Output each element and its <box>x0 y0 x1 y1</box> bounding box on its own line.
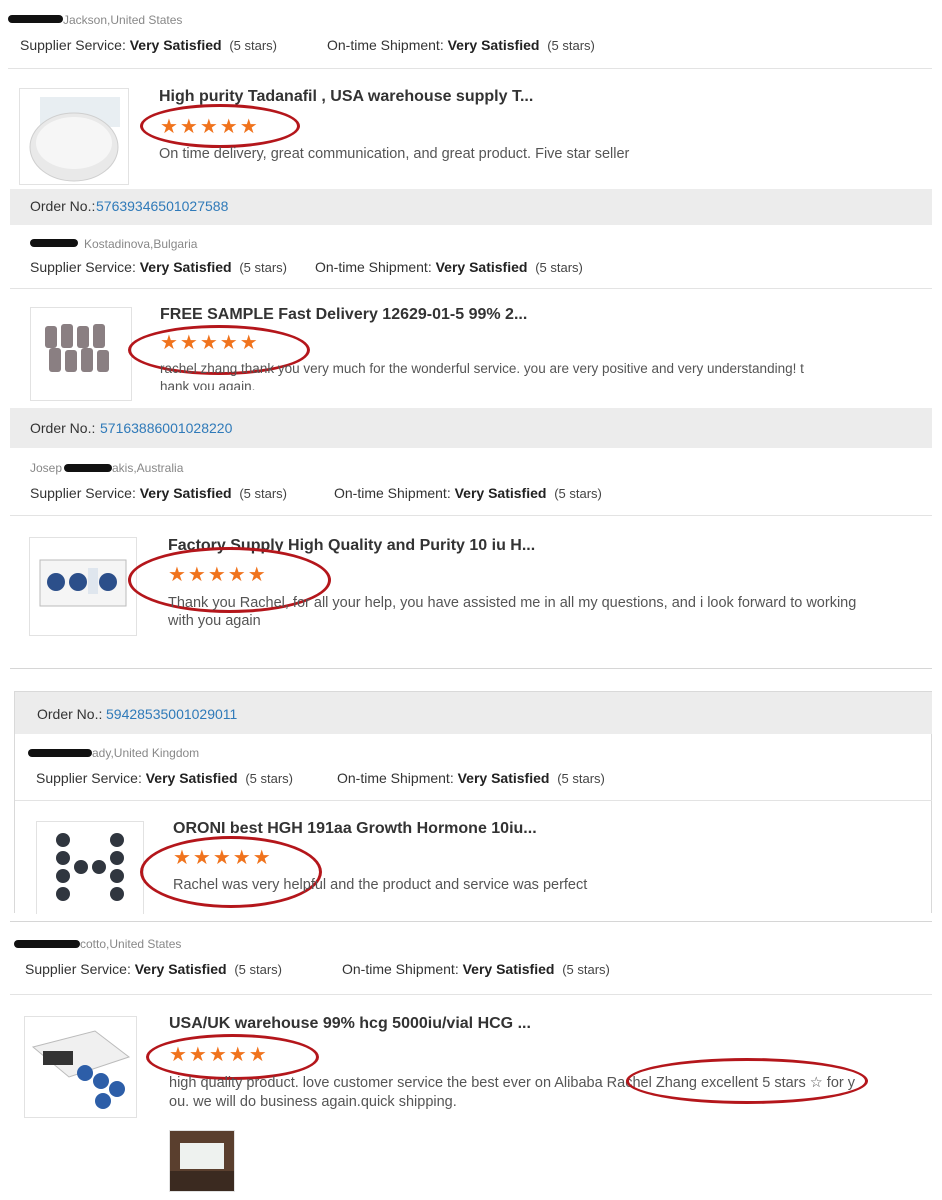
highlight-oval <box>140 836 322 908</box>
supplier-service-label: Supplier Service: <box>25 961 131 977</box>
supplier-service-label: Supplier Service: <box>30 259 136 275</box>
order-number-link[interactable]: 57163886001028220 <box>100 420 232 436</box>
supplier-service-rating: Supplier Service: Very Satisfied (5 star… <box>36 770 293 786</box>
review-comment: On time delivery, great communication, a… <box>159 146 630 162</box>
review-photo-thumbnail[interactable] <box>169 1130 235 1192</box>
supplier-service-value: Very Satisfied <box>134 961 227 977</box>
supplier-service-value: Very Satisfied <box>145 770 238 786</box>
order-bar: Order No.: 59428535001029011 <box>15 692 932 734</box>
redacted-name <box>28 749 92 757</box>
vial-box-image <box>39 559 127 607</box>
review-comment: rachel zhang thank you very much for the… <box>160 361 804 390</box>
order-bar: Order No.: 57639346501027588 <box>10 189 932 225</box>
supplier-service-stars: (5 stars) <box>239 260 287 275</box>
powder-jar-image <box>29 97 120 182</box>
supplier-service-rating: Supplier Service: Very Satisfied (5 star… <box>30 485 287 501</box>
ontime-shipment-stars: (5 stars) <box>557 771 605 786</box>
vial-box-image <box>31 1030 131 1109</box>
reviewer-location: Kostadinova,Bulgaria <box>84 237 198 251</box>
divider <box>10 288 932 289</box>
supplier-service-rating: Supplier Service: Very Satisfied (5 star… <box>30 259 287 275</box>
supplier-service-rating: Supplier Service: Very Satisfied (5 star… <box>20 37 277 53</box>
product-thumbnail[interactable] <box>30 307 132 401</box>
ontime-shipment-value: Very Satisfied <box>457 770 550 786</box>
divider <box>10 994 932 995</box>
review-photo-image <box>170 1131 234 1191</box>
review-comment: Thank you Rachel, for all your help, you… <box>168 595 857 629</box>
product-thumbnail[interactable] <box>19 88 129 185</box>
supplier-service-label: Supplier Service: <box>36 770 142 786</box>
ontime-shipment-value: Very Satisfied <box>462 961 555 977</box>
vials-image <box>45 324 109 372</box>
ontime-shipment-label: On-time Shipment: <box>327 37 444 53</box>
product-thumbnail[interactable] <box>36 821 144 914</box>
reviewer-location-suffix: akis,Australia <box>112 461 184 475</box>
order-number-label: Order No.: <box>37 706 103 722</box>
ontime-shipment-value: Very Satisfied <box>435 259 528 275</box>
ontime-shipment-label: On-time Shipment: <box>315 259 432 275</box>
highlight-oval <box>140 104 300 148</box>
vials-image <box>56 833 124 901</box>
redacted-name <box>14 940 80 948</box>
product-thumbnail[interactable] <box>29 537 137 636</box>
ontime-shipment-rating: On-time Shipment: Very Satisfied (5 star… <box>337 770 605 786</box>
ontime-shipment-stars: (5 stars) <box>562 962 610 977</box>
redacted-name <box>8 15 63 23</box>
supplier-service-stars: (5 stars) <box>239 486 287 501</box>
supplier-service-stars: (5 stars) <box>229 38 277 53</box>
divider <box>10 921 932 922</box>
ontime-shipment-rating: On-time Shipment: Very Satisfied (5 star… <box>342 961 610 977</box>
review-comment-line2: ou. we will do business again.quick ship… <box>169 1094 457 1110</box>
redacted-name <box>64 464 112 472</box>
ontime-shipment-value: Very Satisfied <box>447 37 540 53</box>
product-title-link[interactable]: USA/UK warehouse 99% hcg 5000iu/vial HCG… <box>169 1015 531 1033</box>
divider <box>10 668 932 669</box>
ontime-shipment-rating: On-time Shipment: Very Satisfied (5 star… <box>334 485 602 501</box>
product-thumbnail[interactable] <box>24 1016 137 1118</box>
order-number-label: Order No.: <box>30 420 96 436</box>
reviewer-location: Jackson,United States <box>63 13 183 27</box>
comment-text: high quality product. love customer serv… <box>169 1075 607 1091</box>
ontime-shipment-rating: On-time Shipment: Very Satisfied (5 star… <box>327 37 595 53</box>
ontime-shipment-stars: (5 stars) <box>554 486 602 501</box>
order-number-link[interactable]: 59428535001029011 <box>106 706 237 722</box>
supplier-service-value: Very Satisfied <box>139 485 232 501</box>
supplier-service-value: Very Satisfied <box>129 37 222 53</box>
order-number-link[interactable]: 57639346501027588 <box>96 198 228 214</box>
highlight-oval <box>626 1058 868 1104</box>
review-comment: Rachel was very helpful and the product … <box>173 877 588 893</box>
divider <box>10 515 932 516</box>
divider <box>8 68 932 69</box>
reviewer-location: cotto,United States <box>80 937 182 951</box>
ontime-shipment-label: On-time Shipment: <box>342 961 459 977</box>
ontime-shipment-label: On-time Shipment: <box>337 770 454 786</box>
divider <box>15 800 932 801</box>
order-number-label: Order No.: <box>30 198 96 214</box>
order-bar: Order No.: 57163886001028220 <box>10 408 932 448</box>
supplier-service-rating: Supplier Service: Very Satisfied (5 star… <box>25 961 282 977</box>
redacted-name <box>30 239 78 247</box>
reviewer-location: ady,United Kingdom <box>92 746 200 760</box>
ontime-shipment-stars: (5 stars) <box>535 260 583 275</box>
reviewer-location: Josep <box>30 461 63 475</box>
supplier-service-label: Supplier Service: <box>20 37 126 53</box>
ontime-shipment-label: On-time Shipment: <box>334 485 451 501</box>
supplier-service-stars: (5 stars) <box>234 962 282 977</box>
ontime-shipment-rating: On-time Shipment: Very Satisfied (5 star… <box>315 259 583 275</box>
ontime-shipment-stars: (5 stars) <box>547 38 595 53</box>
product-title-link[interactable]: FREE SAMPLE Fast Delivery 12629-01-5 99%… <box>160 306 527 324</box>
ontime-shipment-value: Very Satisfied <box>454 485 547 501</box>
supplier-service-label: Supplier Service: <box>30 485 136 501</box>
supplier-service-stars: (5 stars) <box>245 771 293 786</box>
supplier-service-value: Very Satisfied <box>139 259 232 275</box>
